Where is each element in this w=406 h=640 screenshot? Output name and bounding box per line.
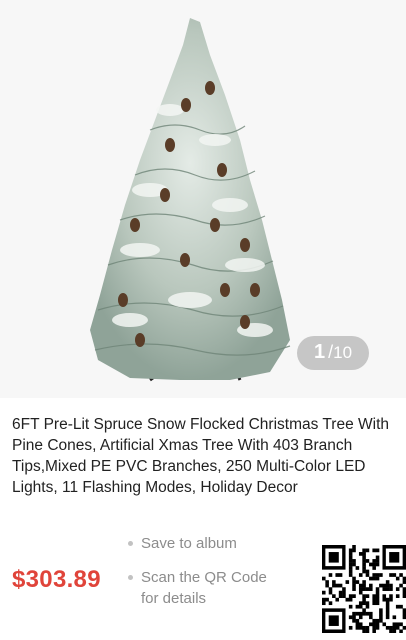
product-image-gallery[interactable]: 1 / 10	[0, 0, 406, 398]
qr-code-icon	[322, 545, 406, 634]
save-to-album-label: Save to album	[141, 535, 237, 552]
qr-code	[322, 545, 406, 634]
image-counter: 1 / 10	[297, 336, 369, 370]
image-counter-total: 10	[333, 343, 353, 362]
scan-qr-hint: Scan the QR Code for details	[128, 567, 298, 609]
save-to-album-button[interactable]: Save to album	[128, 533, 298, 554]
bullet-icon	[128, 575, 133, 580]
product-title: 6FT Pre-Lit Spruce Snow Flocked Christma…	[12, 416, 390, 496]
share-actions: Save to album Scan the QR Code for detai…	[128, 533, 298, 609]
scan-qr-line1: Scan the QR Code	[141, 569, 267, 586]
scan-qr-line2: for details	[141, 590, 207, 607]
product-price: $303.89	[12, 566, 101, 593]
bullet-icon	[128, 541, 133, 546]
image-counter-current: 1	[313, 341, 326, 363]
